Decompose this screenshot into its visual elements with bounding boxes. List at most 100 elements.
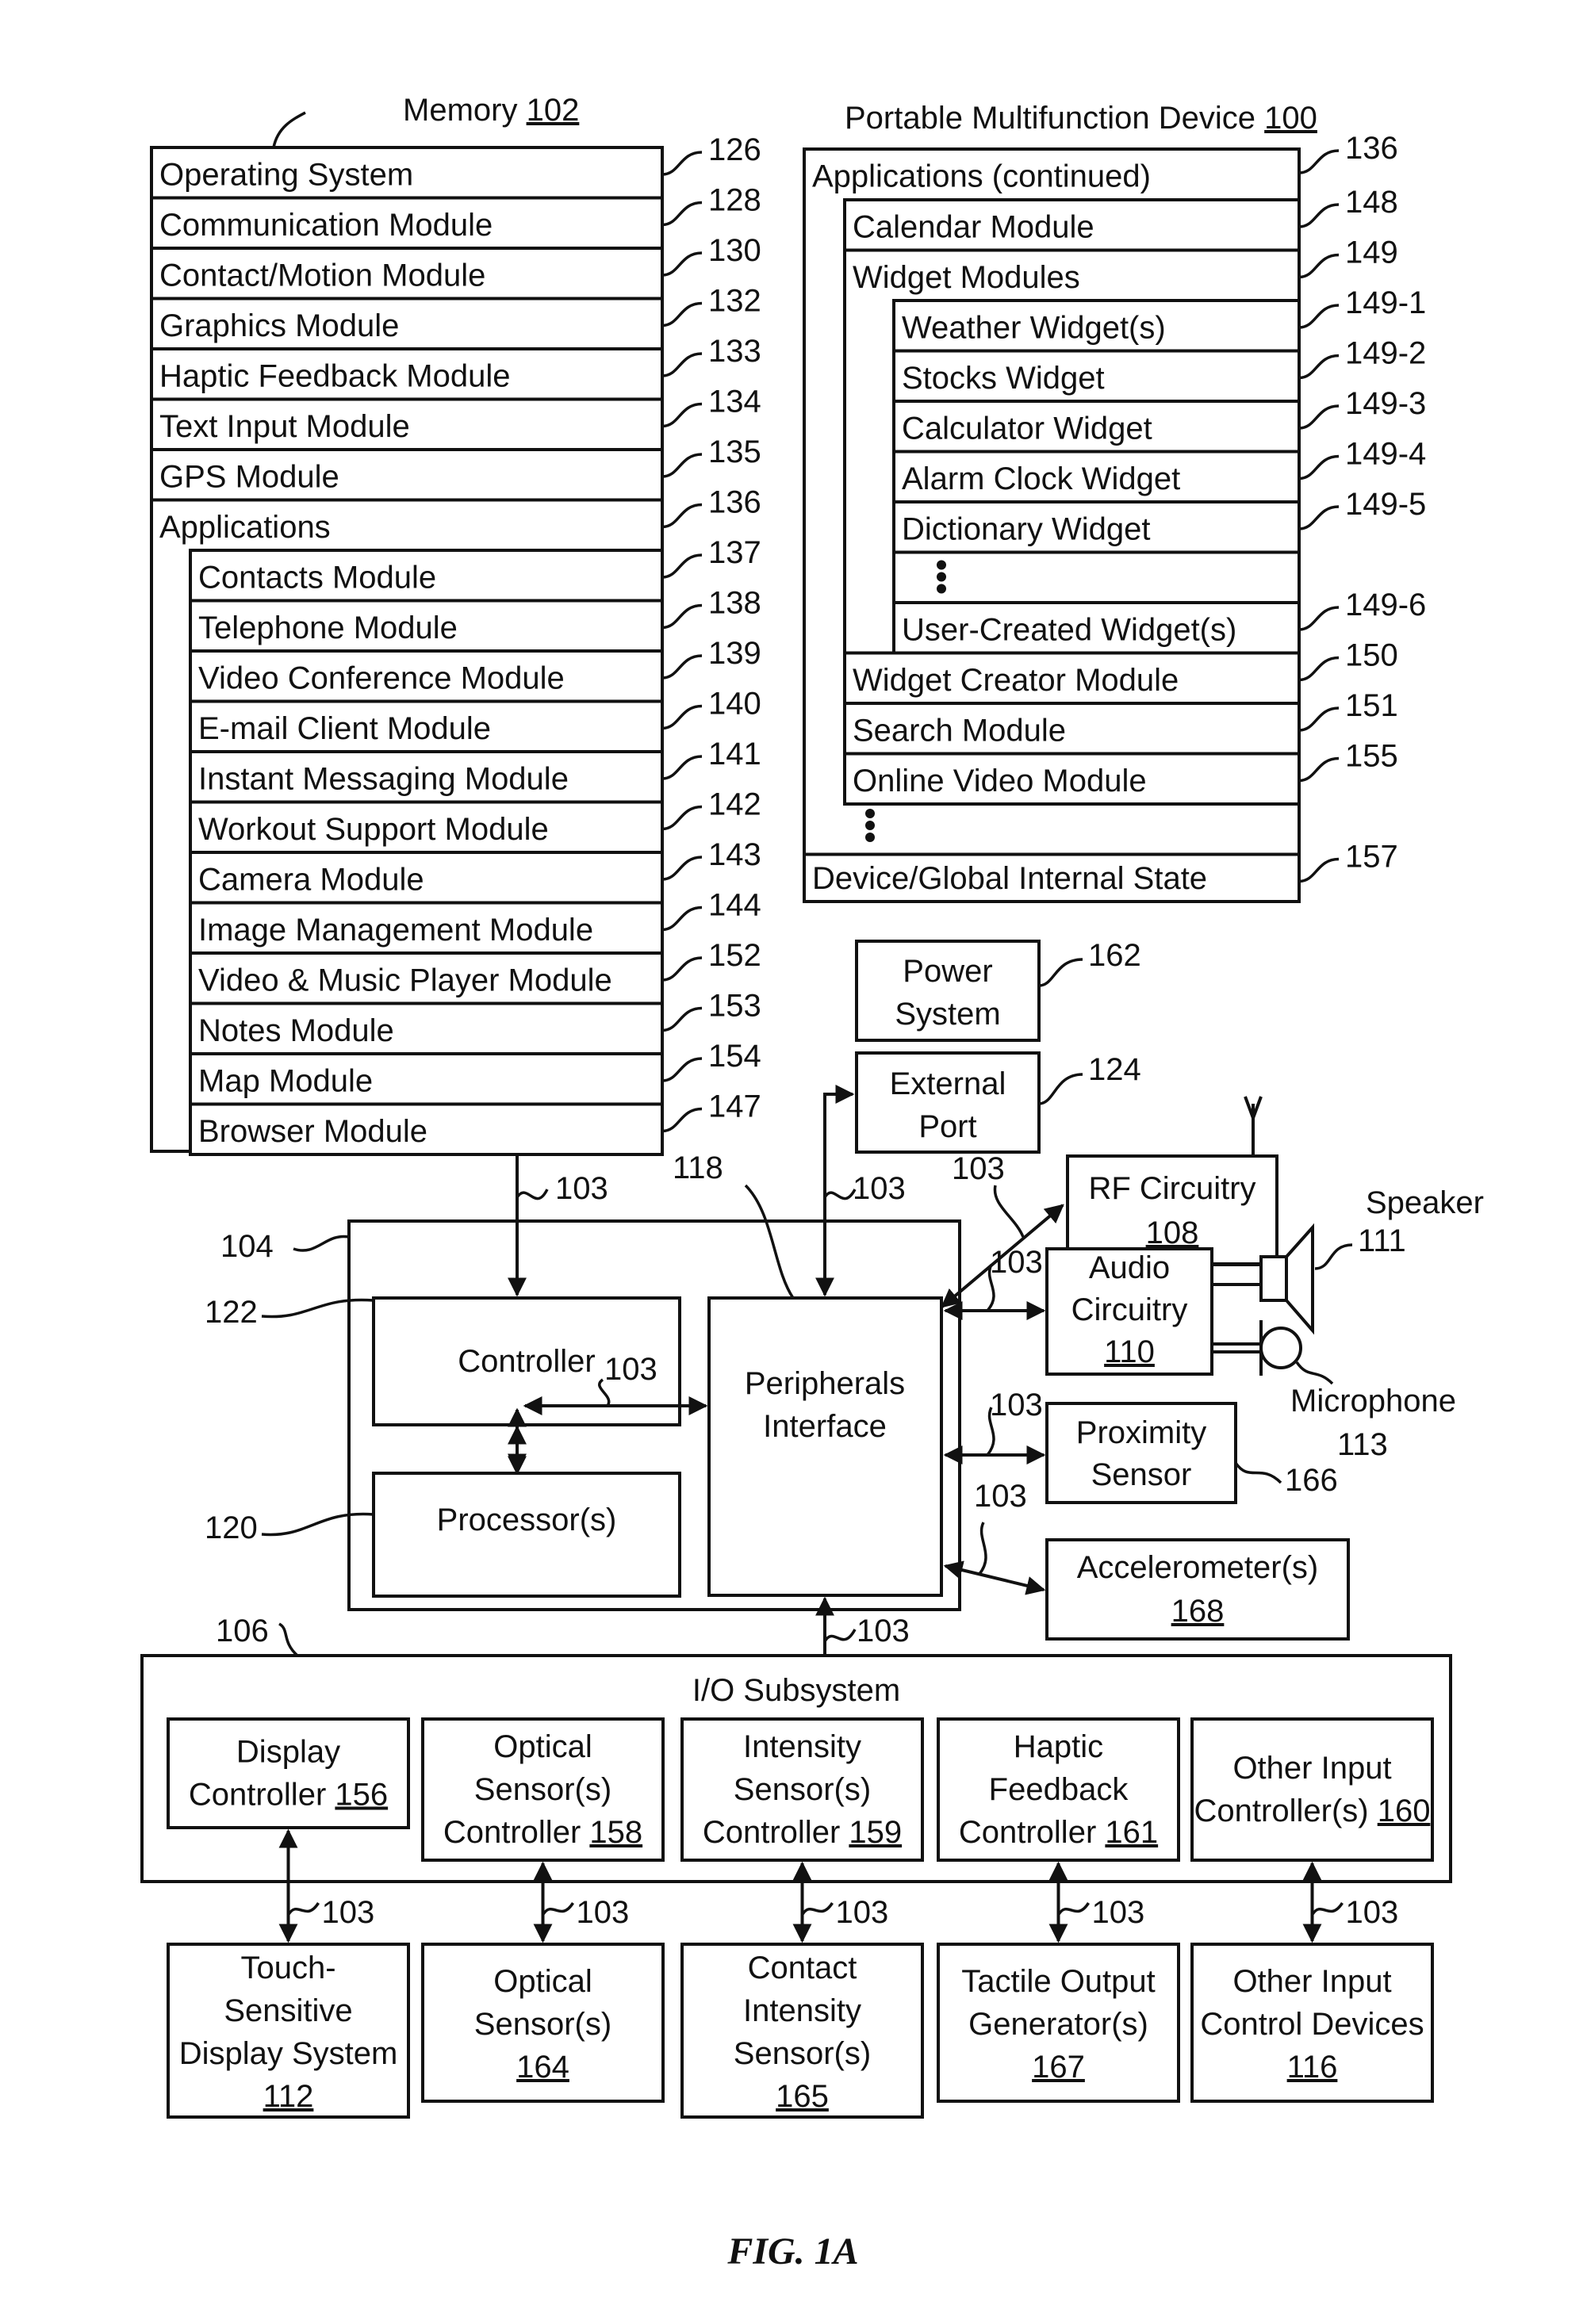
io-controller-line: Controller 156 <box>189 1778 388 1813</box>
io-controller: Other Input Controller(s) 160 103 <box>1190 1717 1434 1943</box>
peripheral-device-ref: 164 <box>516 2050 569 2085</box>
io-controller-line: Feedback <box>989 1772 1129 1807</box>
widget-row: Dictionary Widget <box>892 500 1301 554</box>
io-controller-line: Controller(s) 160 <box>1194 1794 1431 1828</box>
peripheral-device-line: Optical <box>493 1964 592 1999</box>
peripheral-device-ref: 112 <box>263 2079 314 2114</box>
bus-ref: 103 <box>322 1895 375 1930</box>
peripheral-device-line: Sensor(s) <box>474 2007 611 2042</box>
application-row: E-mail Client Module <box>189 699 664 753</box>
memory-row-ref: 133 <box>708 334 761 369</box>
io-controller-ref: 158 <box>589 1815 642 1850</box>
memory-row-label: Text Input Module <box>159 409 410 444</box>
widget-row: Stocks Widget <box>892 349 1301 403</box>
application-row-leader <box>661 553 703 579</box>
peripheral-device-line: Intensity <box>743 1993 861 2028</box>
application-row: Instant Messaging Module <box>189 750 664 804</box>
memory-row-label: Graphics Module <box>159 308 399 343</box>
widget-modules-leader <box>1298 253 1340 279</box>
calendar-ref: 148 <box>1345 185 1398 220</box>
application-row: Notes Module <box>189 1001 664 1055</box>
application-row-label: Notes Module <box>198 1013 394 1048</box>
application-row: Camera Module <box>189 851 664 905</box>
more-widgets-ellipsis <box>937 560 946 594</box>
bus-ref-audio: 103 <box>990 1245 1043 1280</box>
app-row: Widget Creator Module <box>843 651 1301 705</box>
more-apps-ellipsis <box>865 809 875 842</box>
bus-ref: 103 <box>836 1895 889 1930</box>
application-row-label: Map Module <box>198 1064 373 1099</box>
memory-row-leader <box>661 301 703 327</box>
bus-ref: 103 <box>1346 1895 1399 1930</box>
memory-row-label: Communication Module <box>159 208 493 243</box>
bus-ref-external: 103 <box>853 1171 906 1206</box>
memory-row: GPS Module <box>150 448 664 502</box>
power-line-1: Power <box>903 954 992 989</box>
calendar-row-label: Calendar Module <box>853 210 1094 245</box>
rf-label: RF Circuitry <box>1088 1171 1255 1206</box>
io-controller-ref: 160 <box>1378 1794 1431 1828</box>
io-controller-ref: 161 <box>1105 1815 1158 1850</box>
applications-continued-ref: 136 <box>1345 131 1398 166</box>
power-ref: 162 <box>1088 938 1141 973</box>
peripheral-device-line: Other Input <box>1232 1964 1391 1999</box>
application-row-label: Image Management Module <box>198 913 593 948</box>
widget-row: Weather Widget(s) <box>892 299 1301 353</box>
peripheral-device: Optical Sensor(s) 164 <box>421 1943 665 2103</box>
peripheral-device-line: Touch- <box>240 1951 335 1985</box>
application-row-ref: 138 <box>708 586 761 621</box>
peripheral-device: Contact Intensity Sensor(s) 165 <box>680 1943 924 2119</box>
application-row: Telephone Module <box>189 599 664 653</box>
widget-row-ref: 149-1 <box>1345 285 1426 320</box>
widget-row-leader <box>1298 404 1340 430</box>
power-leader <box>1038 958 1083 987</box>
external-port-block: External Port 124 <box>855 1051 1141 1154</box>
power-line-2: System <box>895 997 1000 1032</box>
widget-row-label: Stocks Widget <box>902 361 1105 396</box>
proximity-ref: 166 <box>1285 1463 1338 1498</box>
audio-ref: 110 <box>1104 1334 1155 1369</box>
memory-row-leader <box>661 453 703 478</box>
io-controller-ref: 156 <box>335 1778 388 1813</box>
bus-ref: 103 <box>1092 1895 1145 1930</box>
io-controller-ref: 159 <box>849 1815 902 1850</box>
microphone-label: Microphone <box>1290 1384 1456 1419</box>
application-row-leader <box>661 1107 703 1133</box>
io-controller-line: Optical <box>493 1729 592 1764</box>
accelerometer-label: Accelerometer(s) <box>1077 1550 1319 1585</box>
peripheral-device-line: Generator(s) <box>968 2007 1148 2042</box>
bus-ref-accelerometer: 103 <box>974 1479 1027 1514</box>
application-row-ref: 154 <box>708 1039 761 1074</box>
widget-row-ref: 149-2 <box>1345 336 1426 371</box>
io-label: I/O Subsystem <box>692 1673 900 1708</box>
app-row-leader <box>1298 706 1340 732</box>
memory-row: Operating System <box>150 146 664 200</box>
bus-ref-rf: 103 <box>952 1151 1005 1186</box>
external-port-ref: 124 <box>1088 1052 1141 1087</box>
application-row-leader <box>661 603 703 630</box>
application-row: Workout Support Module <box>189 800 664 854</box>
application-row-label: Video Conference Module <box>198 661 565 696</box>
memory-row: Communication Module <box>150 196 664 250</box>
io-controller-line: Intensity <box>743 1729 861 1764</box>
memory-row-leader <box>661 402 703 428</box>
peripheral-devices: Touch- Sensitive Display System 112 Optical S… <box>167 1943 1434 2119</box>
application-row-label: Browser Module <box>198 1114 427 1149</box>
application-row-leader <box>661 654 703 680</box>
peripherals-line-1: Peripherals <box>745 1366 905 1401</box>
app-row-ref: 155 <box>1345 739 1398 774</box>
peripheral-device-ref: 116 <box>1287 2050 1338 2085</box>
chip-block: 104 Controller 122 Processor(s) 120 Peri… <box>205 1151 961 1611</box>
io-ref: 106 <box>216 1614 269 1648</box>
app-row-label: Widget Creator Module <box>853 663 1179 698</box>
peripheral-device-line: Sensor(s) <box>734 2036 871 2071</box>
user-created-widget-ref: 149-6 <box>1345 588 1426 622</box>
application-row-ref: 147 <box>708 1089 761 1124</box>
io-controller: Intensity Sensor(s) Controller 159 103 <box>680 1717 924 1943</box>
user-created-widget-row-label: User-Created Widget(s) <box>902 613 1236 648</box>
processor-label: Processor(s) <box>437 1503 617 1537</box>
audio-line-1: Audio <box>1089 1250 1170 1285</box>
app-row: Search Module <box>843 702 1301 756</box>
widget-row: Alarm Clock Widget <box>892 450 1301 503</box>
memory-row-label: GPS Module <box>159 460 339 495</box>
